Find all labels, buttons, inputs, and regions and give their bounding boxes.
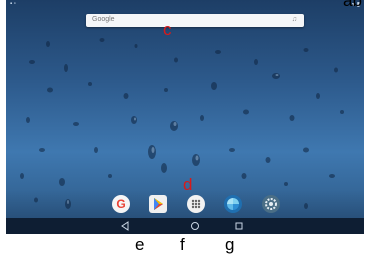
annotation-c: c xyxy=(163,20,172,39)
navigation-bar xyxy=(6,218,364,234)
microphone-icon[interactable]: ♫ xyxy=(292,16,297,23)
search-bar-label: Google xyxy=(92,16,115,23)
settings-app-icon[interactable] xyxy=(262,195,280,213)
photos-app-icon[interactable] xyxy=(224,195,242,213)
pinwheel-icon xyxy=(227,198,239,210)
gear-icon xyxy=(265,198,277,210)
annotation-e: e xyxy=(135,235,145,254)
recents-button[interactable] xyxy=(234,221,244,231)
grid-dots-icon xyxy=(191,199,201,209)
home-button[interactable] xyxy=(190,221,200,231)
play-triangle-icon xyxy=(154,198,163,210)
app-drawer-icon[interactable] xyxy=(187,195,205,213)
google-search-bar[interactable]: Google ♫ xyxy=(86,14,304,27)
google-app-icon[interactable]: G xyxy=(112,195,130,213)
back-button[interactable] xyxy=(120,221,130,231)
play-store-icon[interactable] xyxy=(149,195,167,213)
google-g-glyph: G xyxy=(116,197,126,211)
tablet-home-screen: ▪ ▫ ▾ ▮ Google ♫ G xyxy=(6,0,364,234)
annotation-d: d xyxy=(183,175,193,194)
annotation-ab: ab xyxy=(343,0,362,10)
annotation-f: f xyxy=(180,235,185,254)
annotation-g: g xyxy=(225,235,235,254)
